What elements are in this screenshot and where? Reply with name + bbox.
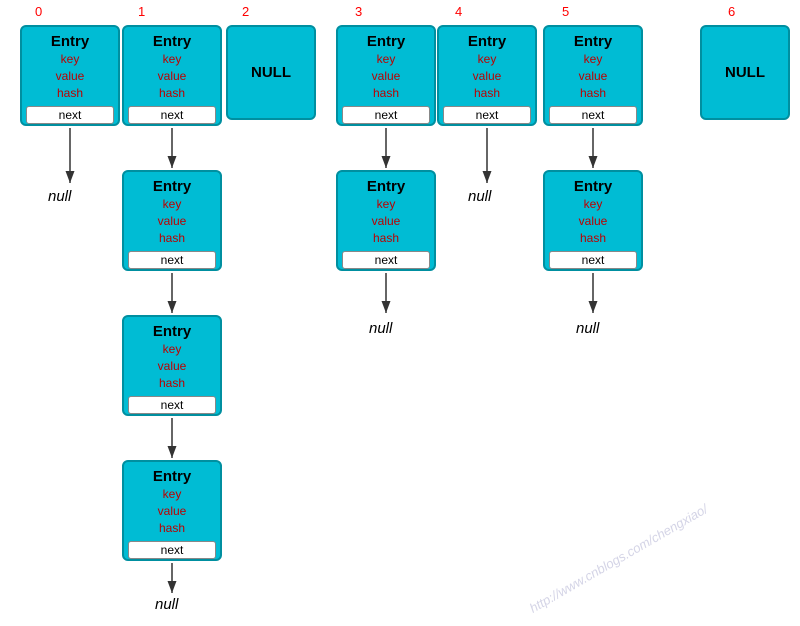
entry-hash: hash [342,230,430,247]
next-bar: next [443,106,531,124]
null-text-5: null [576,320,599,337]
entry-title: Entry [342,33,430,51]
entry-value: value [128,68,216,85]
entry-title: Entry [443,33,531,51]
entry-key: key [342,51,430,68]
entry-value: value [128,213,216,230]
next-bar: next [342,251,430,269]
entry-hash: hash [128,230,216,247]
entry-5-2: Entry key value hash next [543,170,643,271]
entry-key: key [549,196,637,213]
next-bar: next [26,106,114,124]
entry-hash: hash [26,85,114,102]
entry-key: key [128,196,216,213]
entry-value: value [342,68,430,85]
entry-4: Entry key value hash next [437,25,537,126]
watermark: http://www.cnblogs.com/chengxiao/ [527,501,710,616]
index-3: 3 [355,4,362,19]
entry-3-2: Entry key value hash next [336,170,436,271]
null-label: NULL [725,64,765,81]
entry-hash: hash [549,230,637,247]
entry-1-4: Entry key value hash next [122,460,222,561]
null-text-3: null [369,320,392,337]
entry-hash: hash [443,85,531,102]
entry-hash: hash [128,375,216,392]
entry-3: Entry key value hash next [336,25,436,126]
index-4: 4 [455,4,462,19]
entry-value: value [443,68,531,85]
next-bar: next [128,541,216,559]
entry-title: Entry [26,33,114,51]
entry-key: key [443,51,531,68]
null-text-4: null [468,188,491,205]
entry-hash: hash [549,85,637,102]
next-bar: next [549,251,637,269]
null-label: NULL [251,64,291,81]
null-cell-2: NULL [226,25,316,120]
entry-key: key [128,486,216,503]
entry-value: value [549,213,637,230]
diagram: 0 1 2 3 4 5 6 Entry key value hash next … [0,0,800,626]
entry-key: key [549,51,637,68]
entry-title: Entry [128,468,216,486]
entry-1: Entry key value hash next [122,25,222,126]
next-bar: next [128,251,216,269]
entry-value: value [549,68,637,85]
entry-value: value [342,213,430,230]
entry-title: Entry [549,178,637,196]
entry-key: key [128,51,216,68]
next-bar: next [128,106,216,124]
entry-value: value [128,503,216,520]
entry-value: value [26,68,114,85]
entry-title: Entry [128,178,216,196]
entry-title: Entry [549,33,637,51]
entry-1-3: Entry key value hash next [122,315,222,416]
entry-hash: hash [342,85,430,102]
index-6: 6 [728,4,735,19]
entry-key: key [342,196,430,213]
next-bar: next [128,396,216,414]
next-bar: next [342,106,430,124]
entry-hash: hash [128,85,216,102]
index-5: 5 [562,4,569,19]
entry-key: key [26,51,114,68]
index-1: 1 [138,4,145,19]
null-text-0: null [48,188,71,205]
null-cell-6: NULL [700,25,790,120]
entry-title: Entry [128,33,216,51]
index-2: 2 [242,4,249,19]
index-0: 0 [35,4,42,19]
entry-5: Entry key value hash next [543,25,643,126]
entry-0: Entry key value hash next [20,25,120,126]
null-text-1: null [155,596,178,613]
entry-value: value [128,358,216,375]
entry-title: Entry [342,178,430,196]
entry-hash: hash [128,520,216,537]
next-bar: next [549,106,637,124]
entry-1-2: Entry key value hash next [122,170,222,271]
entry-title: Entry [128,323,216,341]
entry-key: key [128,341,216,358]
